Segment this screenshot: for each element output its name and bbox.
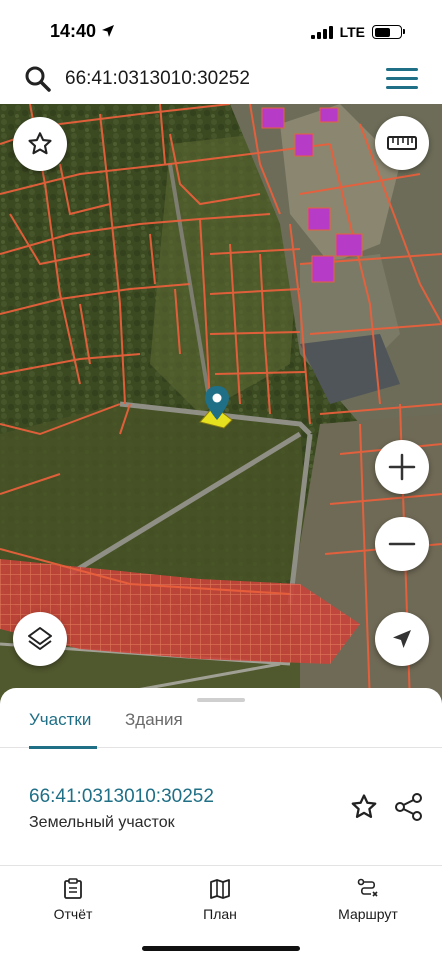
cellular-signal-icon: [310, 25, 333, 39]
nav-report[interactable]: Отчёт: [28, 878, 118, 924]
nav-report-label: Отчёт: [53, 906, 93, 922]
ruler-button[interactable]: [375, 116, 429, 170]
menu-icon[interactable]: [386, 68, 418, 95]
search-icon[interactable]: [24, 65, 52, 98]
status-time: 14:40: [50, 21, 97, 41]
zoom-out-button[interactable]: [375, 517, 429, 571]
star-icon: [28, 132, 52, 155]
cadastral-map[interactable]: [0, 104, 442, 704]
layers-icon: [28, 627, 52, 650]
favorites-button[interactable]: [13, 117, 67, 171]
star-icon: [351, 794, 377, 818]
report-icon: [64, 878, 82, 899]
layers-button[interactable]: [13, 612, 67, 666]
navigation-arrow-icon: [393, 630, 411, 648]
parcel-type: Земельный участок: [29, 814, 175, 831]
minus-icon: [388, 542, 416, 546]
route-icon: [357, 878, 378, 897]
nav-plan[interactable]: План: [175, 878, 265, 924]
active-tab-indicator: [29, 746, 97, 749]
tab-parcels[interactable]: Участки: [29, 710, 91, 730]
battery-level: [374, 27, 390, 37]
share-icon: [395, 793, 422, 821]
battery-icon: [372, 25, 405, 39]
map-plan-icon: [210, 879, 230, 899]
share-button[interactable]: [394, 792, 424, 827]
sheet-drag-handle[interactable]: [197, 698, 245, 702]
nav-plan-label: План: [203, 906, 237, 922]
network-type: LTE: [339, 24, 365, 40]
home-indicator: [142, 946, 300, 951]
tab-buildings[interactable]: Здания: [125, 710, 183, 730]
plus-icon: [388, 453, 416, 481]
bottom-nav: Отчёт План Маршрут: [0, 866, 442, 926]
search-bar: [8, 58, 436, 100]
locate-button[interactable]: [375, 612, 429, 666]
bottom-sheet: Участки Здания 66:41:0313010:30252 Земел…: [0, 688, 442, 960]
nav-route[interactable]: Маршрут: [323, 878, 413, 924]
add-favorite-button[interactable]: [349, 792, 379, 827]
status-indicators: LTE: [310, 24, 405, 40]
zoom-in-button[interactable]: [375, 440, 429, 494]
search-input[interactable]: [65, 66, 365, 92]
parcel-cadastral-number[interactable]: 66:41:0313010:30252: [29, 786, 214, 808]
tab-bar: Участки Здания: [0, 706, 442, 749]
location-services-icon: [101, 24, 115, 43]
nav-route-label: Маршрут: [338, 906, 398, 922]
status-bar: 14:40 LTE: [0, 0, 442, 58]
ruler-icon: [387, 136, 417, 150]
satellite-map-canvas[interactable]: [0, 104, 442, 704]
